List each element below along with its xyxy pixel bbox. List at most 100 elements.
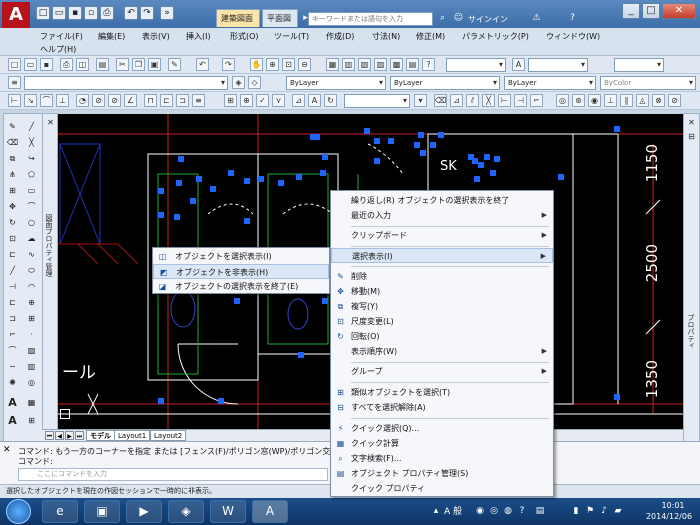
tool-palettes-icon[interactable]: ▧ — [358, 58, 371, 71]
polygon-icon[interactable]: ⬠ — [25, 168, 38, 181]
explorer-icon[interactable]: ▣ — [84, 500, 120, 523]
osnap-icon[interactable]: ⊛ — [572, 94, 585, 107]
radius-icon[interactable]: ◔ — [76, 94, 89, 107]
menu-item-draw-order[interactable]: 表示順序(W) ▶ — [331, 344, 553, 359]
jogged-icon[interactable]: ⊘ — [92, 94, 105, 107]
new-file-icon[interactable]: □ — [36, 6, 50, 20]
copy-icon[interactable]: ❐ — [132, 58, 145, 71]
power-icon[interactable]: ▰ — [612, 505, 624, 517]
paste-icon[interactable]: ▣ — [148, 58, 161, 71]
flag-icon[interactable]: ⚑ — [584, 505, 596, 517]
ordinate-icon[interactable]: ⊥ — [56, 94, 69, 107]
clock-date[interactable]: 2014/12/06 — [640, 512, 698, 521]
inspect-icon[interactable]: ✓ — [256, 94, 269, 107]
offset-icon[interactable]: ⫽ — [466, 94, 479, 107]
design-center-icon[interactable]: ▥ — [342, 58, 355, 71]
search-icon[interactable]: ⌕ — [436, 12, 449, 25]
app-logo[interactable]: A — [2, 2, 30, 28]
update-icon[interactable]: ↻ — [324, 94, 337, 107]
menu-item-deselect-all[interactable]: ⊟ すべてを選択解除(A) — [331, 400, 553, 415]
menu-draw[interactable]: 作成(D) — [326, 31, 354, 42]
menu-insert[interactable]: 挿入(I) — [186, 31, 211, 42]
menu-parametric[interactable]: パラメトリック(P) — [462, 31, 529, 42]
redo-icon[interactable]: ↷ — [140, 6, 154, 20]
menu-item-scale[interactable]: ⊡ 尺度変更(L) — [331, 314, 553, 329]
text-style-icon[interactable]: A — [6, 396, 19, 409]
style-icon[interactable]: A — [512, 58, 525, 71]
chamfer-icon[interactable]: ⌐ — [530, 94, 543, 107]
snap-icon[interactable]: ◎ — [556, 94, 569, 107]
menu-item-rotate[interactable]: ↻ 回転(O) — [331, 329, 553, 344]
stretch-icon[interactable]: ⊏ — [6, 248, 19, 261]
menu-view[interactable]: 表示(V) — [142, 31, 170, 42]
node-icon[interactable]: ⊗ — [652, 94, 665, 107]
mirror-obj-icon[interactable]: ⋔ — [6, 168, 19, 181]
construction-line-icon[interactable]: ╳ — [25, 136, 38, 149]
signin-link[interactable]: サインイン — [468, 14, 508, 25]
start-button[interactable] — [6, 499, 31, 524]
menu-item-erase[interactable]: ✎ 削除 — [331, 269, 553, 284]
menu-file[interactable]: ファイル(F) — [40, 31, 83, 42]
zoom-window-icon[interactable]: ⊡ — [282, 58, 295, 71]
tab-model[interactable]: モデル — [86, 430, 115, 441]
arc-length-icon[interactable]: ⌒ — [40, 94, 53, 107]
tab-drawing-2[interactable]: 平面図 — [262, 9, 298, 27]
workspace-combo[interactable] — [446, 58, 506, 72]
menu-format[interactable]: 形式(O) — [230, 31, 259, 42]
ie-icon[interactable]: e — [42, 500, 78, 523]
dim-style-icon[interactable]: ▾ — [414, 94, 427, 107]
menu-help[interactable]: ヘルプ(H) — [40, 44, 76, 55]
properties-icon[interactable]: ▦ — [326, 58, 339, 71]
tray-chevron-icon[interactable]: ▴ — [430, 505, 442, 517]
menu-item-quick-properties[interactable]: クイック プロパティ — [331, 481, 553, 496]
erase-tool-icon[interactable]: ⌫ — [434, 94, 447, 107]
layer-manager-icon[interactable]: ≡ — [8, 76, 21, 89]
media-player-icon[interactable]: ▶ — [126, 500, 162, 523]
menu-item-clipboard[interactable]: クリップボード ▶ — [331, 228, 553, 243]
menu-item-end-isolation[interactable]: ◪ オブジェクトの選択表示を終了(E) — [153, 279, 329, 294]
line-icon[interactable]: ╱ — [25, 120, 38, 133]
redo-icon-2[interactable]: ↷ — [222, 58, 235, 71]
help-icon-2[interactable]: ? — [422, 58, 435, 71]
menu-item-find[interactable]: ⌕ 文字検索(F)... — [331, 451, 553, 466]
hatch-icon[interactable]: ▨ — [25, 344, 38, 357]
extend-obj-icon[interactable]: ⊣ — [6, 280, 19, 293]
menu-modify[interactable]: 修正(M) — [416, 31, 445, 42]
save-icon[interactable]: ▪ — [68, 6, 82, 20]
menu-item-recent-input[interactable]: 最近の入力 ▶ — [331, 208, 553, 223]
match-prop-icon[interactable]: ✎ — [168, 58, 181, 71]
menu-item-properties[interactable]: ▤ オブジェクト プロパティ管理(S) — [331, 466, 553, 481]
dim-style-combo[interactable] — [344, 94, 410, 108]
continue-icon[interactable]: ⊐ — [176, 94, 189, 107]
menu-item-copy[interactable]: ⧉ 複写(Y) — [331, 299, 553, 314]
menu-edit[interactable]: 編集(E) — [98, 31, 125, 42]
zoom-previous-icon[interactable]: ⊖ — [298, 58, 311, 71]
search-input[interactable]: キーワードまたは語句を入力 — [308, 12, 433, 26]
properties-side-palette[interactable]: ✕ ⊟ プロパティ — [683, 113, 700, 443]
copy-obj-icon[interactable]: ⧉ — [6, 152, 19, 165]
center-mark-icon[interactable]: ⊕ — [240, 94, 253, 107]
print-icon[interactable]: ⎙ — [60, 58, 73, 71]
blend-icon[interactable]: ∽ — [6, 360, 19, 373]
new-icon[interactable]: □ — [8, 58, 21, 71]
tab-drawing-1[interactable]: 建築図面 B — [216, 9, 260, 41]
parallel-icon[interactable]: ∥ — [620, 94, 633, 107]
array-icon[interactable]: ⊞ — [6, 184, 19, 197]
quick-dim-icon[interactable]: ⊓ — [144, 94, 157, 107]
diameter-icon[interactable]: ⊘ — [108, 94, 121, 107]
trim-obj-icon[interactable]: ╱ — [6, 264, 19, 277]
scale-obj-icon[interactable]: ⊡ — [6, 232, 19, 245]
point-icon[interactable]: · — [25, 328, 38, 341]
explode-icon[interactable]: ✺ — [6, 376, 19, 389]
clock-time[interactable]: 10:01 — [648, 501, 698, 510]
caps-icon[interactable]: ▤ — [534, 505, 546, 517]
scale-combo[interactable] — [614, 58, 664, 72]
ime-help-icon[interactable]: ? — [516, 505, 528, 517]
pan-icon[interactable]: ✋ — [250, 58, 263, 71]
menu-item-quick-select[interactable]: ⚡ クイック選択(Q)... — [331, 421, 553, 436]
next-tab-icon[interactable]: ▶ — [65, 431, 74, 440]
tangent-icon[interactable]: ◉ — [588, 94, 601, 107]
menu-item-isolate-objects[interactable]: ◫ オブジェクトを選択表示(I) — [153, 249, 329, 264]
preview-icon[interactable]: ◫ — [76, 58, 89, 71]
make-block-icon[interactable]: ⊞ — [25, 312, 38, 325]
